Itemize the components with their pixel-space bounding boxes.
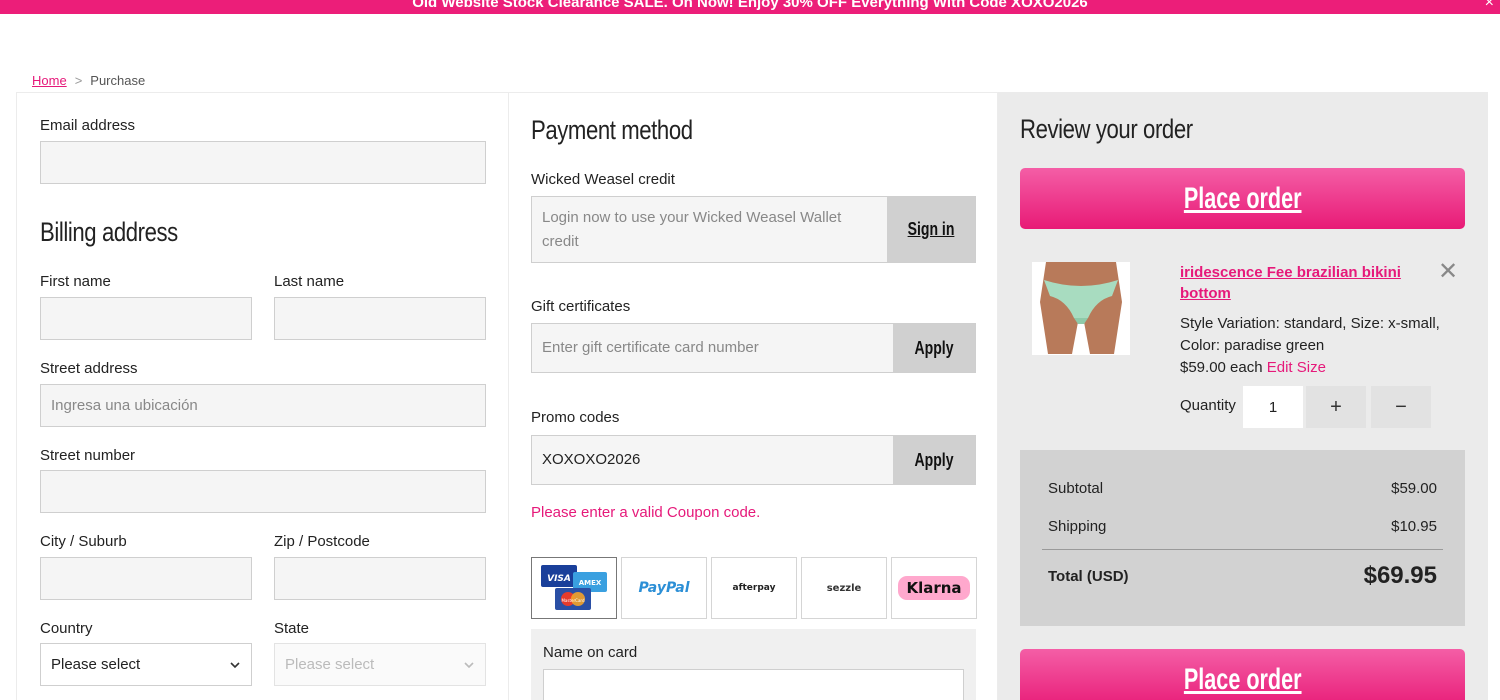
shipping-row: Shipping $10.95 xyxy=(1048,518,1437,535)
total-row: Total (USD) $69.95 xyxy=(1048,562,1437,590)
breadcrumb: Home > Purchase xyxy=(32,73,145,88)
first-name-label: First name xyxy=(40,273,111,290)
subtotal-row: Subtotal $59.00 xyxy=(1048,480,1437,497)
place-order-label: Place order xyxy=(1183,662,1302,696)
quantity-minus-button[interactable]: − xyxy=(1371,386,1431,428)
mastercard-label: MasterCard xyxy=(561,598,584,603)
promo-apply-label: Apply xyxy=(914,449,954,470)
credit-cards-icon: VISA AMEX MasterCard xyxy=(541,565,607,610)
state-label: State xyxy=(274,620,310,637)
afterpay-method[interactable]: afterpay xyxy=(711,557,797,619)
paypal-logo: PayPal xyxy=(638,580,690,596)
name-on-card-label: Name on card xyxy=(543,644,638,661)
email-input[interactable] xyxy=(40,141,486,184)
sezzle-method[interactable]: sezzle xyxy=(801,557,887,619)
gift-label: Gift certificates xyxy=(531,298,631,315)
place-order-label: Place order xyxy=(1183,181,1302,215)
billing-address-heading: Billing address xyxy=(40,217,178,247)
quantity-input[interactable]: 1 xyxy=(1243,386,1303,428)
city-label: City / Suburb xyxy=(40,533,127,550)
gift-input[interactable]: Enter gift certificate card number xyxy=(532,324,893,372)
gift-apply-button[interactable]: Apply xyxy=(893,324,975,372)
sign-in-button[interactable]: Sign in xyxy=(887,197,975,262)
name-on-card-section: Name on card xyxy=(531,629,976,700)
billing-column: Email address Billing address First name… xyxy=(16,92,508,700)
product-price: $59.00 each xyxy=(1180,359,1263,376)
summary-divider xyxy=(1042,549,1443,550)
product-price-line: $59.00 each Edit Size xyxy=(1180,357,1470,379)
quantity-label: Quantity xyxy=(1180,397,1236,414)
edit-size-link[interactable]: Edit Size xyxy=(1267,359,1326,376)
promo-banner: Old Website Stock Clearance SALE. On Now… xyxy=(0,0,1500,14)
payment-column: Payment method Wicked Weasel credit Logi… xyxy=(508,92,998,700)
cards-method[interactable]: VISA AMEX MasterCard xyxy=(531,557,617,619)
close-icon[interactable]: × xyxy=(1485,0,1494,12)
klarna-method[interactable]: Klarna xyxy=(891,557,977,619)
country-label: Country xyxy=(40,620,93,637)
promo-label: Promo codes xyxy=(531,409,620,426)
promo-apply-button[interactable]: Apply xyxy=(893,436,975,484)
review-order-column: Review your order Place order iridescenc… xyxy=(998,92,1488,700)
zip-input[interactable] xyxy=(274,557,486,600)
product-image[interactable] xyxy=(1032,262,1130,355)
subtotal-value: $59.00 xyxy=(1391,480,1437,497)
street-number-label: Street number xyxy=(40,447,136,464)
klarna-logo: Klarna xyxy=(898,576,970,600)
last-name-input[interactable] xyxy=(274,297,486,340)
visa-label: VISA xyxy=(547,574,571,584)
credit-field: Login now to use your Wicked Weasel Wall… xyxy=(531,196,976,263)
country-select[interactable]: Please select xyxy=(40,643,252,686)
chevron-down-icon xyxy=(464,661,474,668)
product-details: Style Variation: standard, Size: x-small… xyxy=(1180,313,1470,379)
place-order-button-top[interactable]: Place order xyxy=(1020,168,1465,229)
sign-in-label: Sign in xyxy=(907,219,955,239)
promo-banner-text: Old Website Stock Clearance SALE. On Now… xyxy=(412,0,1088,11)
promo-field: XOXOXO2026 Apply xyxy=(531,435,976,485)
country-select-value: Please select xyxy=(51,656,141,673)
remove-item-icon[interactable]: ✕ xyxy=(1438,257,1458,286)
payment-method-heading: Payment method xyxy=(531,115,693,145)
order-summary: Subtotal $59.00 Shipping $10.95 Total (U… xyxy=(1020,450,1465,626)
chevron-down-icon xyxy=(230,661,240,668)
afterpay-logo: afterpay xyxy=(732,583,776,593)
first-name-input[interactable] xyxy=(40,297,252,340)
promo-input[interactable]: XOXOXO2026 xyxy=(532,436,893,484)
paypal-method[interactable]: PayPal xyxy=(621,557,707,619)
state-select-value: Please select xyxy=(285,656,375,673)
city-input[interactable] xyxy=(40,557,252,600)
amex-label: AMEX xyxy=(579,579,602,587)
last-name-label: Last name xyxy=(274,273,345,290)
bikini-bottom-image xyxy=(1032,262,1130,355)
gift-apply-label: Apply xyxy=(914,337,954,358)
subtotal-label: Subtotal xyxy=(1048,480,1104,497)
breadcrumb-home-link[interactable]: Home xyxy=(32,73,67,88)
breadcrumb-separator: > xyxy=(74,73,83,88)
quantity-plus-button[interactable]: + xyxy=(1306,386,1366,428)
street-number-input[interactable] xyxy=(40,470,486,513)
credit-label: Wicked Weasel credit xyxy=(531,171,675,188)
state-select[interactable]: Please select xyxy=(274,643,486,686)
breadcrumb-current: Purchase xyxy=(90,73,146,88)
promo-error: Please enter a valid Coupon code. xyxy=(531,504,761,521)
zip-label: Zip / Postcode xyxy=(274,533,370,550)
shipping-value: $10.95 xyxy=(1391,518,1437,535)
total-value: $69.95 xyxy=(1363,562,1437,589)
name-on-card-input[interactable] xyxy=(543,669,964,700)
total-label: Total (USD) xyxy=(1048,567,1129,585)
credit-text: Login now to use your Wicked Weasel Wall… xyxy=(542,208,842,250)
product-name-link[interactable]: iridescence Fee brazilian bikini bottom xyxy=(1180,262,1430,304)
email-label: Email address xyxy=(40,117,136,134)
street-address-input[interactable]: Ingresa una ubicación xyxy=(40,384,486,427)
product-variation: Style Variation: standard, Size: x-small… xyxy=(1180,315,1440,354)
shipping-label: Shipping xyxy=(1048,518,1107,535)
street-address-label: Street address xyxy=(40,360,138,377)
place-order-button-bottom[interactable]: Place order xyxy=(1020,649,1465,700)
sezzle-logo: sezzle xyxy=(826,582,862,594)
gift-field: Enter gift certificate card number Apply xyxy=(531,323,976,373)
review-order-heading: Review your order xyxy=(1020,114,1193,144)
